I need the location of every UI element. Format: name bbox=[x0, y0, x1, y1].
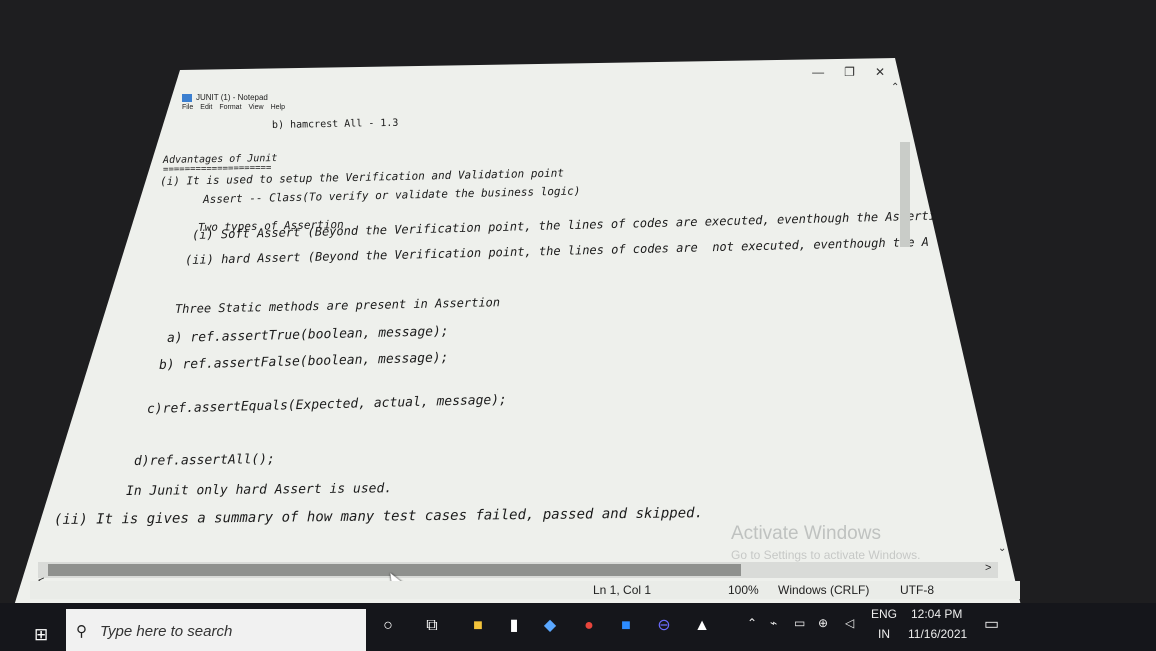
language-bottom[interactable]: IN bbox=[878, 627, 890, 641]
network-icon[interactable]: ⌁ bbox=[770, 616, 777, 630]
globe-icon[interactable]: ⊕ bbox=[818, 616, 828, 630]
pinned-app-icon[interactable]: ◆ bbox=[538, 614, 562, 638]
windows-start-icon[interactable]: ⊞ bbox=[34, 625, 48, 645]
editor-line: b) ref.assertFalse(boolean, message); bbox=[158, 350, 449, 373]
editor-line: d)ref.assertAll(); bbox=[133, 452, 275, 469]
editor-line: Three Static methods are present in Asse… bbox=[174, 295, 501, 316]
editor-line: b) hamcrest All - 1.3 bbox=[271, 117, 399, 131]
editor-line: (ii) It is gives a summary of how many t… bbox=[53, 505, 704, 528]
scroll-right-arrow-icon[interactable]: > bbox=[985, 562, 991, 574]
notification-icon[interactable]: ▭ bbox=[984, 614, 999, 634]
vertical-scrollbar-thumb[interactable] bbox=[900, 142, 910, 247]
notepad-icon[interactable]: ▮ bbox=[502, 614, 526, 638]
encoding: UTF-8 bbox=[900, 583, 934, 597]
editor-line: a) ref.assertTrue(boolean, message); bbox=[166, 324, 449, 346]
language-top[interactable]: ENG bbox=[871, 607, 897, 621]
chrome-icon[interactable]: ● bbox=[577, 614, 601, 638]
clock-time[interactable]: 12:04 PM bbox=[911, 607, 962, 621]
cursor-position: Ln 1, Col 1 bbox=[593, 583, 652, 597]
task-view-icon[interactable]: ⧉ bbox=[420, 614, 444, 638]
volume-icon[interactable]: ◁ bbox=[845, 616, 854, 630]
show-hidden-icons-icon[interactable]: ⌃ bbox=[747, 616, 757, 630]
photos-icon[interactable]: ▲ bbox=[690, 614, 714, 638]
line-ending: Windows (CRLF) bbox=[778, 583, 870, 597]
clock-date[interactable]: 11/16/2021 bbox=[908, 627, 967, 641]
zoom-icon[interactable]: ■ bbox=[614, 614, 638, 638]
search-icon: ⚲ bbox=[76, 623, 87, 640]
file-explorer-icon[interactable]: ■ bbox=[466, 614, 490, 638]
status-bar: Ln 1, Col 1 100% Windows (CRLF) UTF-8 bbox=[30, 581, 1020, 599]
text-editor-area[interactable]: b) hamcrest All - 1.3 Advantages of Juni… bbox=[0, 0, 1156, 651]
editor-line: Assert -- Class(To verify or validate th… bbox=[202, 184, 581, 206]
editor-line: c)ref.assertEquals(Expected, actual, mes… bbox=[146, 392, 508, 417]
scroll-up-arrow-icon[interactable]: ⌃ bbox=[891, 82, 899, 93]
zoom-level: 100% bbox=[728, 583, 759, 597]
activate-windows-subtitle: Go to Settings to activate Windows. bbox=[731, 548, 921, 562]
activate-windows-title: Activate Windows bbox=[731, 523, 881, 544]
editor-line: In Junit only hard Assert is used. bbox=[125, 481, 393, 499]
app-icon[interactable]: ⊖ bbox=[652, 614, 676, 638]
battery-icon[interactable]: ▭ bbox=[794, 616, 805, 630]
scroll-down-arrow-icon[interactable]: ⌄ bbox=[998, 543, 1006, 554]
cortana-icon[interactable]: ○ bbox=[376, 614, 400, 638]
editor-line: (ii) hard Assert (Beyond the Verificatio… bbox=[184, 234, 930, 267]
search-placeholder[interactable]: Type here to search bbox=[100, 623, 232, 640]
